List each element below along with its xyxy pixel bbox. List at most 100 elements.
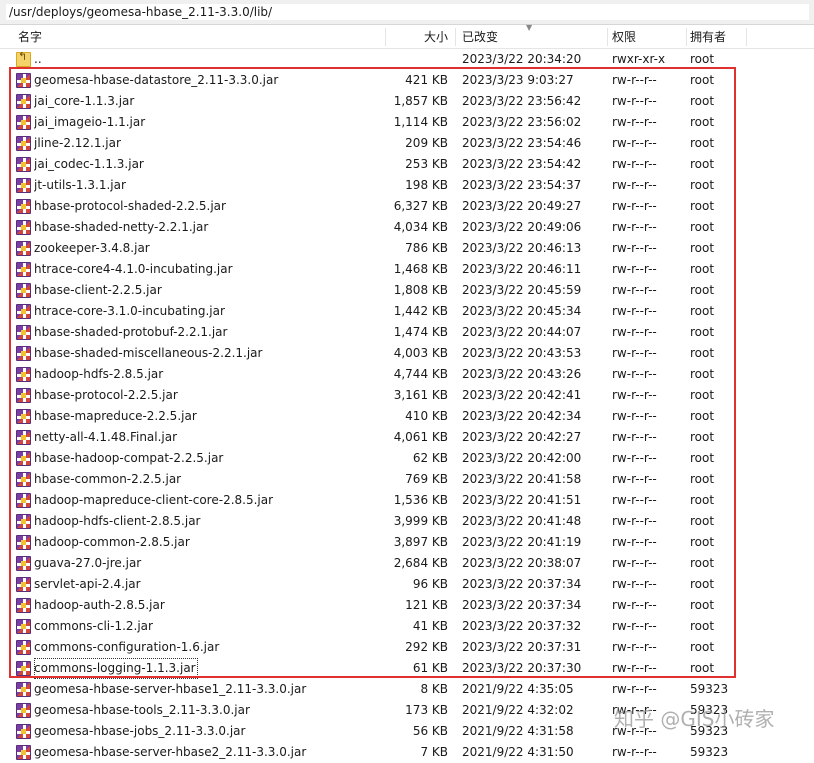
file-name: netty-all-4.1.48.Final.jar (34, 430, 178, 444)
file-row[interactable]: servlet-api-2.4.jar 96 KB 2023/3/22 20:37:… (0, 574, 814, 595)
file-size: 1,474 KB (393, 325, 448, 339)
file-permissions: rw-r--r-- (612, 703, 657, 717)
file-modified: 2021/9/22 4:32:02 (462, 703, 574, 717)
file-row[interactable]: commons-logging-1.1.3.jar 61 KB 2023/3/22 … (0, 658, 814, 679)
file-row[interactable]: hbase-shaded-miscellaneous-2.2.1.jar 4,00… (0, 343, 814, 364)
file-owner: 59323 (690, 682, 729, 696)
file-row[interactable]: zookeeper-3.4.8.jar 786 KB 2023/3/22 20:46… (0, 238, 814, 259)
file-size: 1,114 KB (393, 115, 448, 129)
jar-file-icon (16, 577, 31, 592)
jar-file-icon (16, 388, 31, 403)
file-size: 41 KB (412, 619, 448, 633)
file-permissions: rw-r--r-- (612, 388, 657, 402)
file-row[interactable]: hbase-common-2.2.5.jar 769 KB 2023/3/22 20… (0, 469, 814, 490)
file-row[interactable]: jai_imageio-1.1.jar 1,114 KB 2023/3/22 23:… (0, 112, 814, 133)
file-owner: root (690, 325, 715, 339)
file-permissions: rw-r--r-- (612, 472, 657, 486)
parent-directory-row[interactable]: .. 2023/3/22 20:34:20 rwxr-xr-x root (0, 49, 814, 70)
file-owner: 59323 (690, 724, 729, 738)
file-owner: root (690, 577, 715, 591)
file-name: hadoop-auth-2.8.5.jar (34, 598, 165, 612)
file-permissions: rw-r--r-- (612, 304, 657, 318)
file-permissions: rw-r--r-- (612, 136, 657, 150)
file-size: 292 KB (405, 640, 448, 654)
file-row[interactable]: hbase-client-2.2.5.jar 1,808 KB 2023/3/22 … (0, 280, 814, 301)
column-header-size[interactable]: 大小 (386, 26, 448, 48)
file-row[interactable]: hbase-mapreduce-2.2.5.jar 410 KB 2023/3/22… (0, 406, 814, 427)
file-permissions: rw-r--r-- (612, 409, 657, 423)
file-row[interactable]: geomesa-hbase-server-hbase2_2.11-3.3.0.j… (0, 742, 814, 763)
file-row[interactable]: jt-utils-1.3.1.jar 198 KB 2023/3/22 23:54:… (0, 175, 814, 196)
column-divider[interactable] (607, 28, 608, 46)
file-owner: root (690, 283, 715, 297)
file-modified: 2023/3/22 20:49:27 (462, 199, 582, 213)
file-row[interactable]: hbase-shaded-netty-2.2.1.jar 4,034 KB 2023… (0, 217, 814, 238)
file-row[interactable]: hbase-hadoop-compat-2.2.5.jar 62 KB 2023/3… (0, 448, 814, 469)
file-size: 4,744 KB (393, 367, 448, 381)
file-row[interactable]: htrace-core4-4.1.0-incubating.jar 1,468 K… (0, 259, 814, 280)
file-row[interactable]: commons-cli-1.2.jar 41 KB 2023/3/22 20:37:… (0, 616, 814, 637)
file-permissions: rw-r--r-- (612, 346, 657, 360)
file-row[interactable]: guava-27.0-jre.jar 2,684 KB 2023/3/22 20:3… (0, 553, 814, 574)
file-owner: 59323 (690, 703, 729, 717)
file-row[interactable]: hadoop-auth-2.8.5.jar 121 KB 2023/3/22 20:… (0, 595, 814, 616)
file-row[interactable]: jline-2.12.1.jar 209 KB 2023/3/22 23:54:46… (0, 133, 814, 154)
file-owner: root (690, 556, 715, 570)
file-name: hbase-client-2.2.5.jar (34, 283, 162, 297)
file-modified: 2023/3/22 23:54:42 (462, 157, 582, 171)
jar-file-icon (16, 514, 31, 529)
file-modified: 2023/3/23 9:03:27 (462, 73, 574, 87)
file-owner: root (690, 493, 715, 507)
file-name: zookeeper-3.4.8.jar (34, 241, 150, 255)
file-name: geomesa-hbase-jobs_2.11-3.3.0.jar (34, 724, 246, 738)
file-owner: root (690, 619, 715, 633)
file-owner: root (690, 73, 715, 87)
file-owner: root (690, 430, 715, 444)
file-row[interactable]: hadoop-mapreduce-client-core-2.8.5.jar 1,… (0, 490, 814, 511)
file-row[interactable]: geomesa-hbase-tools_2.11-3.3.0.jar 173 KB… (0, 700, 814, 721)
file-row[interactable]: htrace-core-3.1.0-incubating.jar 1,442 KB… (0, 301, 814, 322)
file-owner: root (690, 598, 715, 612)
file-row[interactable]: netty-all-4.1.48.Final.jar 4,061 KB 2023/3… (0, 427, 814, 448)
file-row[interactable]: geomesa-hbase-server-hbase1_2.11-3.3.0.j… (0, 679, 814, 700)
file-row[interactable]: hadoop-hdfs-client-2.8.5.jar 3,999 KB 2023… (0, 511, 814, 532)
file-row[interactable]: hbase-shaded-protobuf-2.2.1.jar 1,474 KB 2… (0, 322, 814, 343)
file-permissions: rw-r--r-- (612, 115, 657, 129)
file-modified: 2023/3/22 20:37:31 (462, 640, 582, 654)
column-divider[interactable] (746, 28, 747, 46)
file-owner: root (690, 178, 715, 192)
file-modified: 2023/3/22 20:42:41 (462, 388, 582, 402)
file-size: 1,857 KB (393, 94, 448, 108)
file-row[interactable]: hbase-protocol-2.2.5.jar 3,161 KB 2023/3/2… (0, 385, 814, 406)
file-row[interactable]: geomesa-hbase-datastore_2.11-3.3.0.jar 42… (0, 70, 814, 91)
column-header-modified[interactable]: 已改变 (462, 26, 498, 48)
column-divider[interactable] (686, 28, 687, 46)
column-header-permissions[interactable]: 权限 (612, 26, 636, 48)
file-name: servlet-api-2.4.jar (34, 577, 141, 591)
file-row[interactable]: hadoop-common-2.8.5.jar 3,897 KB 2023/3/22… (0, 532, 814, 553)
path-field[interactable]: /usr/deploys/geomesa-hbase_2.11-3.3.0/li… (6, 4, 809, 20)
file-permissions: rw-r--r-- (612, 325, 657, 339)
file-row[interactable]: hadoop-hdfs-2.8.5.jar 4,744 KB 2023/3/22 2… (0, 364, 814, 385)
column-header: 名字 大小 已改变 ▼ 权限 拥有者 (0, 23, 814, 49)
jar-file-icon (16, 283, 31, 298)
file-row[interactable]: commons-configuration-1.6.jar 292 KB 2023/… (0, 637, 814, 658)
file-row[interactable]: geomesa-hbase-jobs_2.11-3.3.0.jar 56 KB 20… (0, 721, 814, 742)
file-permissions: rw-r--r-- (612, 493, 657, 507)
jar-file-icon (16, 304, 31, 319)
column-header-name[interactable]: 名字 (18, 26, 42, 48)
file-row[interactable]: hbase-protocol-shaded-2.2.5.jar 6,327 KB 2… (0, 196, 814, 217)
file-row[interactable]: jai_codec-1.1.3.jar 253 KB 2023/3/22 23:54… (0, 154, 814, 175)
file-row[interactable]: jai_core-1.1.3.jar 1,857 KB 2023/3/22 23:5… (0, 91, 814, 112)
jar-file-icon (16, 430, 31, 445)
file-owner: root (690, 115, 715, 129)
file-size: 121 KB (405, 598, 448, 612)
column-divider[interactable] (455, 28, 456, 46)
file-owner: root (690, 661, 715, 675)
file-permissions: rwxr-xr-x (612, 52, 666, 66)
file-name: hbase-shaded-protobuf-2.2.1.jar (34, 325, 228, 339)
file-permissions: rw-r--r-- (612, 619, 657, 633)
column-header-owner[interactable]: 拥有者 (690, 26, 726, 48)
file-modified: 2023/3/22 20:42:34 (462, 409, 582, 423)
file-name: hadoop-mapreduce-client-core-2.8.5.jar (34, 493, 274, 507)
